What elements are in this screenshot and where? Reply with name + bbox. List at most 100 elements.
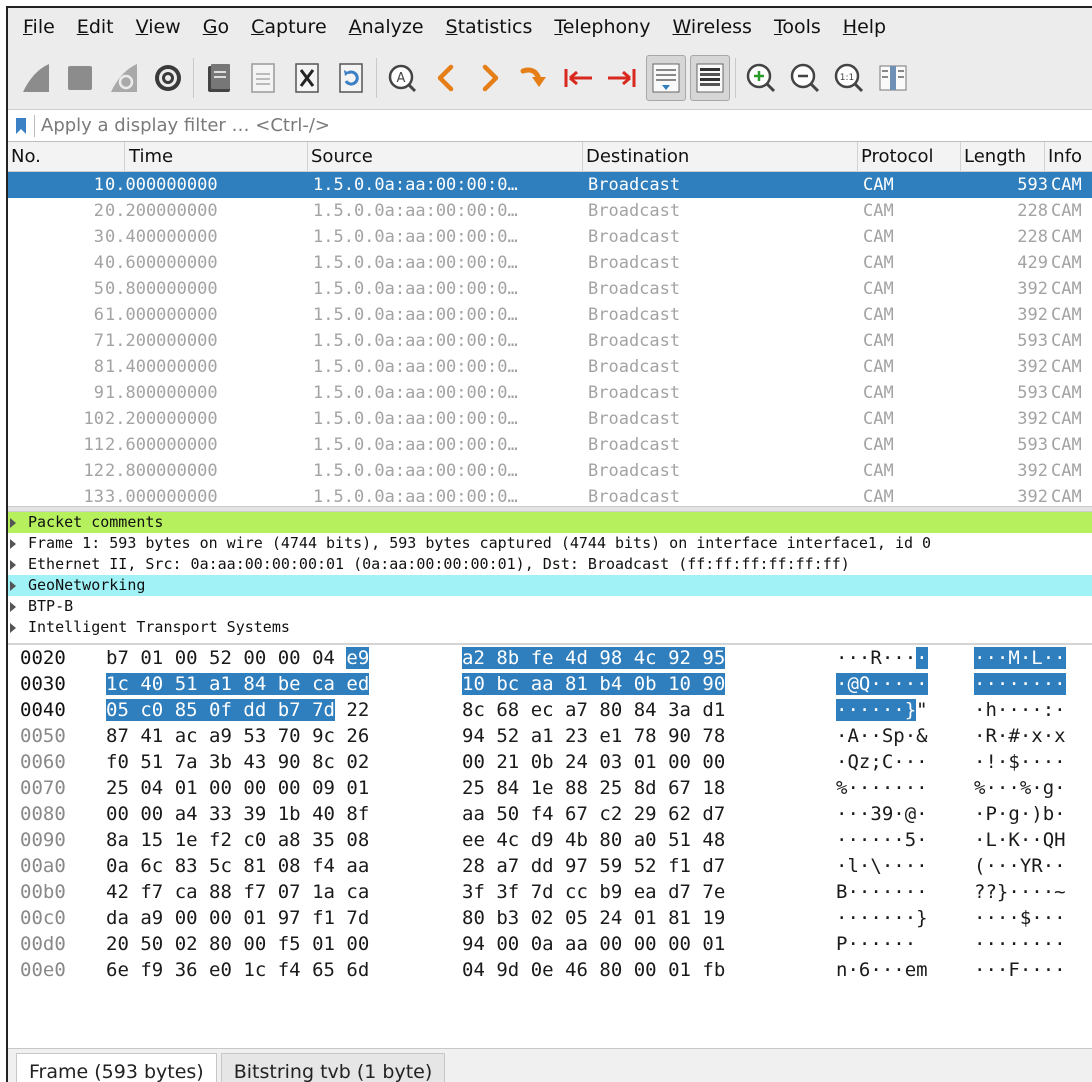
hex-byte[interactable]: b9 <box>599 881 622 903</box>
ascii-char[interactable]: · <box>1020 751 1031 773</box>
ascii-char[interactable]: · <box>882 959 893 981</box>
ascii-char[interactable]: e <box>905 959 916 981</box>
packet-row[interactable]: 11 2.600000000 1.5.0.0a:aa:00:00:0… Broadca… <box>8 432 1092 458</box>
hex-byte[interactable]: 00 <box>599 933 622 955</box>
ascii-char[interactable]: · <box>870 777 881 799</box>
hex-byte[interactable]: dd <box>243 699 267 721</box>
hex-byte[interactable]: 3b <box>209 751 232 773</box>
ascii-char[interactable]: A <box>847 725 858 747</box>
hex-byte[interactable]: bc <box>496 673 520 695</box>
hex-byte[interactable]: aa <box>530 673 554 695</box>
hex-byte[interactable]: 97 <box>278 907 301 929</box>
hex-byte[interactable]: 3f <box>496 881 519 903</box>
ascii-char[interactable]: · <box>893 803 904 825</box>
ascii-char[interactable]: · <box>996 673 1009 695</box>
ascii-char[interactable]: · <box>859 777 870 799</box>
ascii-char[interactable]: · <box>859 647 870 669</box>
ascii-char[interactable]: · <box>1031 751 1042 773</box>
ascii-char[interactable]: · <box>859 933 870 955</box>
hex-byte[interactable]: 41 <box>140 725 163 747</box>
hex-byte[interactable]: 3a <box>668 699 691 721</box>
ascii-char[interactable]: R <box>1031 855 1042 877</box>
menu-tools[interactable]: Tools <box>763 8 832 46</box>
hex-byte[interactable]: 40 <box>312 803 335 825</box>
hex-byte[interactable]: 80 <box>599 699 622 721</box>
ascii-char[interactable]: · <box>882 855 893 877</box>
ascii-char[interactable]: · <box>997 699 1008 721</box>
ascii-char[interactable]: · <box>1031 907 1042 929</box>
ascii-char[interactable]: · <box>1031 829 1042 851</box>
ascii-char[interactable]: · <box>858 699 871 721</box>
ascii-char[interactable]: m <box>916 959 927 981</box>
ascii-char[interactable]: Q <box>847 751 858 773</box>
hex-byte[interactable]: 4d <box>565 647 588 669</box>
hex-byte[interactable]: 68 <box>496 699 519 721</box>
ascii-char[interactable]: · <box>1008 673 1020 695</box>
ascii-char[interactable]: · <box>870 699 882 721</box>
zoom-in-icon[interactable] <box>741 55 781 101</box>
hex-byte[interactable]: 02 <box>175 933 198 955</box>
ascii-char[interactable]: } <box>904 699 917 721</box>
hex-byte[interactable]: a9 <box>209 725 232 747</box>
hex-byte[interactable]: 51 <box>668 829 691 851</box>
hex-byte[interactable]: b4 <box>599 673 623 695</box>
ascii-char[interactable]: · <box>882 829 893 851</box>
hex-byte[interactable]: 24 <box>599 907 622 929</box>
save-file-icon[interactable] <box>243 55 283 101</box>
hex-byte[interactable]: ca <box>346 881 369 903</box>
hex-byte[interactable]: 01 <box>346 777 369 799</box>
ascii-char[interactable]: · <box>1020 959 1031 981</box>
ascii-char[interactable]: x <box>1031 725 1042 747</box>
ascii-char[interactable]: · <box>870 959 881 981</box>
hex-byte[interactable]: 00 <box>462 751 485 773</box>
hex-byte[interactable]: 00 <box>346 933 369 955</box>
hex-byte[interactable]: 1b <box>278 803 301 825</box>
hex-byte[interactable]: a7 <box>496 855 519 877</box>
menu-statistics[interactable]: Statistics <box>435 8 544 46</box>
hex-byte[interactable]: 01 <box>140 647 163 669</box>
hex-byte[interactable]: a1 <box>531 725 554 747</box>
hex-byte[interactable]: 00 <box>278 777 301 799</box>
packet-row[interactable]: 8 1.400000000 1.5.0.0a:aa:00:00:0… Broadcas… <box>8 354 1092 380</box>
ascii-char[interactable]: · <box>985 777 996 799</box>
ascii-char[interactable]: · <box>1054 673 1066 695</box>
detail-tree-item[interactable]: Packet comments <box>8 512 1092 533</box>
ascii-char[interactable]: R <box>870 647 881 669</box>
hex-byte[interactable]: 81 <box>565 673 588 695</box>
ascii-char[interactable]: · <box>974 751 985 773</box>
hex-byte[interactable]: 8d <box>634 777 657 799</box>
hex-byte[interactable]: 00 <box>668 933 691 955</box>
hex-byte[interactable]: 1c <box>243 959 266 981</box>
hex-byte[interactable]: 94 <box>462 933 485 955</box>
ascii-char[interactable]: · <box>974 933 985 955</box>
hex-byte[interactable]: 22 <box>346 699 369 721</box>
ascii-char[interactable]: h <box>985 699 996 721</box>
ascii-char[interactable]: } <box>916 907 927 929</box>
hex-byte[interactable]: ec <box>531 699 554 721</box>
hex-byte[interactable]: ee <box>462 829 485 851</box>
hex-byte[interactable]: 0b <box>531 751 554 773</box>
ascii-char[interactable]: · <box>870 881 881 903</box>
ascii-char[interactable]: · <box>916 829 927 851</box>
hex-byte[interactable]: 00 <box>668 751 691 773</box>
hex-byte[interactable]: 35 <box>312 829 335 851</box>
ascii-char[interactable]: · <box>893 647 904 669</box>
ascii-char[interactable]: · <box>859 881 870 903</box>
close-file-icon[interactable] <box>287 55 327 101</box>
hex-byte[interactable]: 25 <box>106 777 129 799</box>
menu-wireless[interactable]: Wireless <box>661 8 763 46</box>
hex-byte[interactable]: 4c <box>633 647 657 669</box>
ascii-char[interactable]: · <box>1054 777 1065 799</box>
hex-byte[interactable]: 46 <box>565 959 588 981</box>
menu-analyze[interactable]: Analyze <box>338 8 435 46</box>
hex-byte[interactable]: 00 <box>209 777 232 799</box>
ascii-char[interactable]: · <box>893 673 905 695</box>
ascii-char[interactable]: · <box>905 777 916 799</box>
hex-byte[interactable]: f2 <box>209 829 232 851</box>
ascii-char[interactable]: · <box>905 725 916 747</box>
hex-byte[interactable]: 83 <box>175 855 198 877</box>
ascii-char[interactable]: · <box>870 673 882 695</box>
ascii-char[interactable]: g <box>1043 777 1054 799</box>
hex-byte[interactable]: 07 <box>278 881 301 903</box>
hex-byte[interactable]: 01 <box>243 907 266 929</box>
